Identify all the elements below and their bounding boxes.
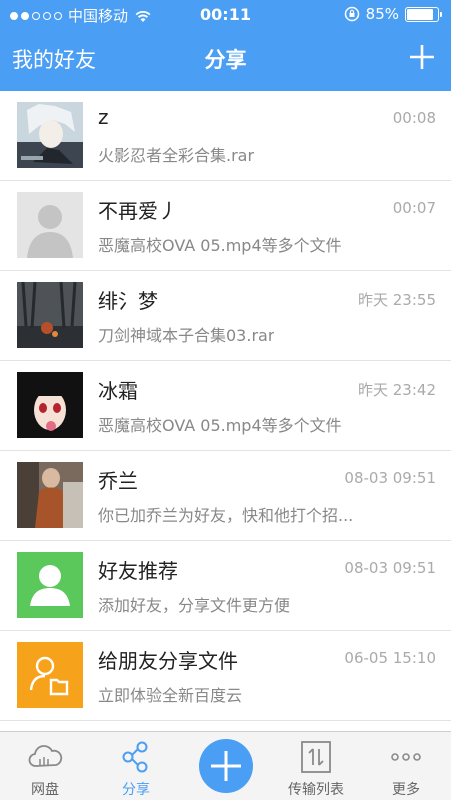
tab-share[interactable]: 分享 (91, 732, 181, 800)
conversation-time: 昨天 23:42 (358, 381, 436, 399)
share-file-icon (17, 642, 83, 708)
conversation-time: 00:07 (392, 199, 436, 217)
conversation-time: 06-05 15:10 (344, 649, 436, 667)
list-item[interactable]: z 00:08 火影忍者全彩合集.rar (0, 91, 451, 181)
avatar (17, 102, 83, 168)
tab-cloud-disk[interactable]: 网盘 (0, 732, 90, 800)
more-icon (391, 753, 421, 761)
list-item[interactable]: 乔兰 08-03 09:51 你已加乔兰为好友，快和他打个招... (0, 451, 451, 541)
conversation-subtitle: 你已加乔兰为好友，快和他打个招... (98, 506, 354, 525)
tab-label: 传输列表 (288, 782, 344, 798)
header: 中国移动 00:11 85% 我的好友 分享 (0, 0, 451, 91)
conversation-name: 不再爱丿 (98, 199, 178, 223)
friend-recommend-icon (17, 552, 83, 618)
tab-label: 分享 (122, 782, 150, 798)
tab-more[interactable]: 更多 (361, 732, 451, 800)
battery-percentage: 85% (365, 5, 399, 23)
conversation-time: 08-03 09:51 (344, 559, 436, 577)
list-item[interactable]: 绯氵梦 昨天 23:55 刀剑神域本子合集03.rar (0, 271, 451, 361)
share-icon (122, 741, 148, 773)
avatar (17, 282, 83, 348)
conversation-name: 冰霜 (98, 379, 138, 403)
avatar (17, 372, 83, 438)
nav-bar: 我的好友 分享 (0, 30, 451, 91)
status-bar: 中国移动 00:11 85% (0, 0, 451, 30)
plus-icon (211, 751, 241, 781)
conversation-subtitle: 立即体验全新百度云 (98, 686, 243, 705)
conversation-subtitle: 添加好友，分享文件更方便 (98, 596, 291, 615)
conversation-time: 08-03 09:51 (344, 469, 436, 487)
avatar (17, 462, 83, 528)
my-friends-button[interactable]: 我的好友 (12, 44, 96, 74)
list-item[interactable]: 好友推荐 08-03 09:51 添加好友，分享文件更方便 (0, 541, 451, 631)
conversation-name: z (98, 105, 109, 129)
tab-label: 更多 (392, 782, 420, 798)
status-right: 85% (344, 5, 442, 23)
conversation-subtitle: 刀剑神域本子合集03.rar (98, 326, 275, 345)
add-button[interactable] (407, 42, 437, 72)
transfer-icon (301, 741, 331, 773)
rotation-lock-icon (344, 6, 359, 22)
cloud-icon (28, 745, 63, 767)
list-item[interactable]: 冰霜 昨天 23:42 恶魔高校OVA 05.mp4等多个文件 (0, 361, 451, 451)
avatar (17, 192, 83, 258)
conversation-time: 昨天 23:55 (358, 291, 436, 309)
tab-label: 网盘 (31, 782, 59, 798)
list-item[interactable]: 给朋友分享文件 06-05 15:10 立即体验全新百度云 (0, 631, 451, 721)
conversation-name: 乔兰 (98, 469, 138, 493)
list-item[interactable]: 不再爱丿 00:07 恶魔高校OVA 05.mp4等多个文件 (0, 181, 451, 271)
conversation-list: z 00:08 火影忍者全彩合集.rar 不再爱丿 00:07 恶魔高校OVA … (0, 91, 451, 721)
conversation-name: 给朋友分享文件 (98, 649, 238, 673)
conversation-name: 好友推荐 (98, 559, 178, 583)
conversation-subtitle: 恶魔高校OVA 05.mp4等多个文件 (98, 416, 342, 435)
conversation-subtitle: 恶魔高校OVA 05.mp4等多个文件 (98, 236, 342, 255)
tab-transfer-list[interactable]: 传输列表 (271, 732, 361, 800)
tab-bar: 网盘 分享 传输列表 更多 (0, 731, 451, 800)
conversation-time: 00:08 (392, 109, 436, 127)
battery-icon (405, 6, 442, 22)
conversation-subtitle: 火影忍者全彩合集.rar (98, 146, 255, 165)
upload-plus-button[interactable] (199, 739, 253, 793)
conversation-name: 绯氵梦 (98, 289, 158, 313)
